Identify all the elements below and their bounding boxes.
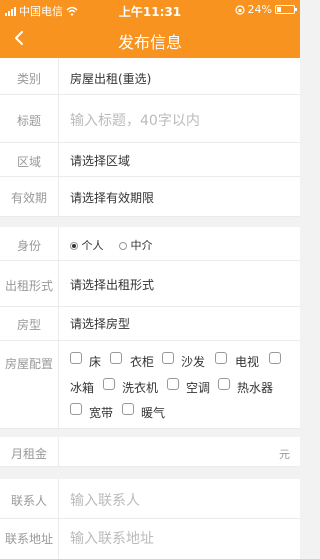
rent-input[interactable] — [59, 437, 270, 467]
facility-checkbox-broadband[interactable] — [70, 403, 82, 415]
room-type-row[interactable]: 房型 请选择房型 — [0, 307, 300, 341]
rent-row: 月租金 元 — [0, 437, 300, 467]
category-row[interactable]: 类别 房屋出租(重选) — [0, 58, 300, 95]
validity-row[interactable]: 有效期 请选择有效期限 — [0, 177, 300, 217]
identity-label: 身份 — [16, 239, 41, 253]
room-type-label: 房型 — [16, 318, 41, 332]
divider — [58, 519, 59, 559]
title-row: 标题 输入标题，40字以内 — [0, 95, 300, 143]
facility-checkbox-sofa[interactable] — [162, 352, 174, 364]
area-row[interactable]: 区域 请选择区域 — [0, 143, 300, 177]
facility-label: 床 — [89, 355, 102, 369]
rent-unit: 元 — [279, 448, 290, 461]
divider — [58, 95, 59, 142]
radio-unselected-icon[interactable] — [119, 242, 127, 250]
contact-label: 联系人 — [10, 494, 47, 508]
rent-type-label: 出租形式 — [4, 279, 53, 293]
contact-input[interactable]: 输入联系人 — [70, 490, 140, 510]
divider — [58, 58, 59, 94]
category-value[interactable]: 房屋出租(重选) — [70, 70, 151, 87]
divider — [58, 261, 59, 306]
divider — [58, 227, 59, 260]
facility-label: 衣柜 — [130, 355, 155, 369]
room-type-select[interactable]: 请选择房型 — [70, 315, 130, 332]
facility-label: 空调 — [186, 381, 211, 395]
section-gap — [0, 467, 300, 479]
facility-checkbox-fridge[interactable] — [269, 352, 281, 364]
facility-label: 宽带 — [89, 406, 114, 420]
divider — [58, 479, 59, 518]
address-input[interactable]: 输入联系地址 — [70, 528, 154, 548]
facility-label: 洗衣机 — [122, 381, 159, 395]
validity-select[interactable]: 请选择有效期限 — [70, 189, 154, 206]
facility-label: 热水器 — [237, 381, 274, 395]
nav-bar: 发布信息 — [0, 20, 300, 58]
facilities-label: 房屋配置 — [4, 357, 53, 371]
identity-option-label: 中介 — [130, 239, 153, 252]
identity-option-agent[interactable]: 中介 — [119, 237, 153, 253]
category-label: 类别 — [16, 72, 41, 86]
area-select[interactable]: 请选择区域 — [70, 152, 130, 169]
rent-type-row[interactable]: 出租形式 请选择出租形式 — [0, 261, 300, 307]
facility-label: 冰箱 — [70, 381, 95, 395]
battery-percent: 24% — [247, 3, 272, 16]
identity-option-personal[interactable]: 个人 — [70, 237, 104, 253]
section-gap — [0, 429, 300, 437]
divider — [58, 307, 59, 340]
facility-checkbox-washer[interactable] — [103, 378, 115, 390]
facility-checkbox-wardrobe[interactable] — [110, 352, 122, 364]
validity-label: 有效期 — [10, 191, 47, 205]
page-title: 发布信息 — [117, 33, 182, 52]
title-input[interactable]: 输入标题，40字以内 — [70, 110, 200, 130]
battery-fill — [277, 7, 281, 12]
area-label: 区域 — [16, 155, 41, 169]
facility-label: 沙发 — [181, 355, 206, 369]
rent-type-select[interactable]: 请选择出租形式 — [70, 276, 154, 293]
facility-label: 电视 — [235, 355, 260, 369]
status-bar: 中国电信 上午11:31 24% — [0, 0, 300, 20]
battery-icon — [275, 5, 297, 14]
facility-checkbox-ac[interactable] — [167, 378, 179, 390]
rent-label: 月租金 — [10, 447, 47, 461]
orientation-lock-icon — [234, 4, 245, 15]
divider — [58, 341, 59, 428]
radio-selected-icon[interactable] — [70, 242, 78, 250]
facility-checkbox-tv[interactable] — [215, 352, 227, 364]
facility-checkbox-heater[interactable] — [218, 378, 230, 390]
section-gap — [0, 217, 300, 227]
address-label: 联系地址 — [4, 532, 53, 546]
facilities-row: 房屋配置 床 衣柜 沙发 电视 冰箱 洗衣机 空调 热水器 宽带 暖气 — [0, 341, 300, 429]
facility-label: 暖气 — [141, 406, 166, 420]
title-label: 标题 — [16, 114, 41, 128]
facility-checkbox-bed[interactable] — [70, 352, 82, 364]
contact-row: 联系人 输入联系人 — [0, 479, 300, 519]
divider — [58, 177, 59, 216]
identity-row: 身份 个人 中介 — [0, 227, 300, 261]
identity-option-label: 个人 — [81, 239, 104, 252]
address-row: 联系地址 输入联系地址 — [0, 519, 300, 559]
facility-checkbox-heating[interactable] — [122, 403, 134, 415]
divider — [58, 143, 59, 176]
